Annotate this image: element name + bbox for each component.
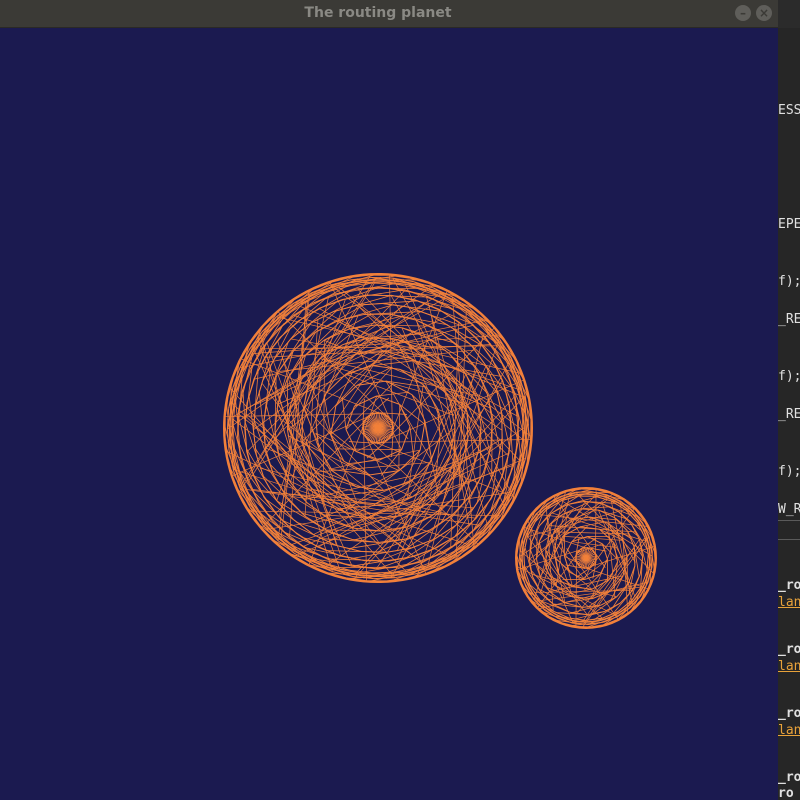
- editor-fragment: _ro: [778, 770, 800, 785]
- title-bar[interactable]: The routing planet – ×: [0, 0, 778, 28]
- minimize-icon: –: [740, 6, 746, 20]
- wireframe-edge: [323, 395, 332, 436]
- wireframe-edge: [538, 541, 547, 570]
- wireframe-edge: [363, 420, 367, 581]
- wireframe-edge: [244, 420, 265, 479]
- background-code-editor: ESS EPE f); _RE f); _RE f); W_R _ro lan …: [778, 28, 800, 800]
- editor-divider: [778, 520, 800, 521]
- editor-fragment: f);: [778, 274, 800, 289]
- desktop-screen: ESS EPE f); _RE f); _RE f); W_R _ro lan …: [0, 0, 800, 800]
- wireframe-edge: [293, 310, 338, 351]
- wireframe-edge: [322, 427, 525, 569]
- editor-fragment: _ro: [778, 578, 800, 593]
- wireframe-edge: [487, 394, 501, 452]
- wireframe-edge: [294, 457, 526, 557]
- wireframe-edge: [237, 297, 446, 415]
- planets-viewport: [223, 273, 657, 629]
- wireframe-edge: [591, 579, 610, 590]
- large-planet: [223, 273, 533, 583]
- editor-fragment: ESS: [778, 103, 800, 118]
- wireframe-edge: [595, 489, 597, 564]
- editor-fragment: _RE: [778, 407, 800, 422]
- close-icon: ×: [758, 6, 770, 20]
- wireframe-edge: [598, 509, 628, 520]
- window-title: The routing planet: [304, 5, 452, 21]
- close-button[interactable]: ×: [756, 5, 772, 21]
- editor-fragment: _ro: [778, 642, 800, 657]
- background-top-strip: [778, 0, 800, 28]
- wireframe-edge: [325, 550, 387, 553]
- wireframe-edge: [390, 362, 510, 579]
- wireframe-edge: [314, 462, 431, 473]
- wireframe-edge: [526, 500, 548, 528]
- wireframe-edge: [575, 552, 577, 627]
- editor-fragment: f);: [778, 369, 800, 384]
- wireframe-edge: [485, 365, 512, 422]
- editor-fragment: f);: [778, 464, 800, 479]
- small-planet: [515, 487, 657, 629]
- editor-fragment: _RE: [778, 312, 800, 327]
- app-window: The routing planet – ×: [0, 0, 778, 800]
- render-canvas[interactable]: [0, 28, 778, 800]
- editor-link[interactable]: lan: [778, 659, 800, 675]
- editor-fragment: _ro: [778, 706, 800, 721]
- editor-fragment: EPE: [778, 217, 800, 232]
- wireframe-edge: [617, 595, 642, 620]
- wireframe-edge: [419, 420, 426, 451]
- wireframe-edge: [341, 396, 347, 430]
- wireframe-edge: [372, 365, 401, 370]
- editor-divider: [778, 539, 800, 540]
- wireframe-edge: [330, 434, 345, 462]
- editor-fragment: ro: [778, 786, 794, 800]
- wireframe-edge: [330, 449, 421, 470]
- editor-link[interactable]: lan: [778, 595, 800, 611]
- wireframe-edge: [620, 500, 646, 523]
- minimize-button[interactable]: –: [735, 5, 751, 21]
- wireframe-edge: [580, 506, 611, 510]
- editor-fragment: W_R: [778, 502, 800, 517]
- editor-link[interactable]: lan: [778, 723, 800, 739]
